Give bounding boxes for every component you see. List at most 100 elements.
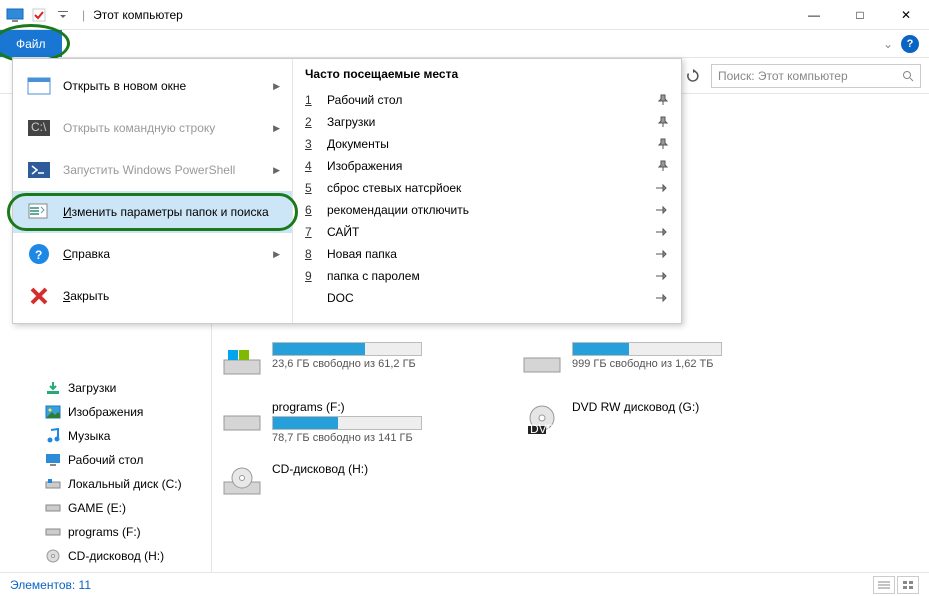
- menu-label: Закрыть: [63, 289, 109, 303]
- title-separator: |: [82, 8, 85, 22]
- close-button[interactable]: ✕: [883, 0, 929, 30]
- chevron-right-icon: ▶: [273, 123, 280, 134]
- place-number: 2: [305, 115, 319, 129]
- ribbon-tabs: Файл ⌄ ?: [0, 30, 929, 58]
- place-number: 5: [305, 181, 319, 195]
- frequent-place-item[interactable]: 7 САЙТ: [305, 221, 669, 243]
- place-label: рекомендации отключить: [327, 203, 469, 217]
- titlebar: | Этот компьютер — □ ✕: [0, 0, 929, 30]
- drive-subtitle: 23,6 ГБ свободно из 61,2 ГБ: [272, 358, 422, 370]
- sidebar-item-label: Загрузки: [68, 381, 116, 395]
- place-label: Загрузки: [327, 115, 375, 129]
- drive-dvd[interactable]: DVD DVD RW дисковод (G:): [522, 400, 782, 444]
- frequent-place-item[interactable]: 9 папка с паролем: [305, 265, 669, 287]
- usage-bar: [272, 416, 422, 430]
- refresh-button[interactable]: [681, 64, 705, 88]
- quick-access-toolbar: [0, 4, 78, 26]
- drive-icon: [44, 499, 62, 517]
- dvd-icon: DVD: [522, 400, 562, 440]
- search-input[interactable]: Поиск: Этот компьютер: [711, 64, 921, 88]
- usage-bar: [272, 342, 422, 356]
- sidebar-item-game-e[interactable]: GAME (E:): [0, 496, 211, 520]
- expand-ribbon-icon[interactable]: ⌄: [883, 37, 893, 51]
- drive-name: DVD RW дисковод (G:): [572, 400, 699, 414]
- downloads-icon: [44, 379, 62, 397]
- cd-drive-icon: [222, 462, 262, 502]
- pin-icon[interactable]: [657, 160, 669, 172]
- drive-icon: [44, 523, 62, 541]
- place-label: папка с паролем: [327, 269, 420, 283]
- frequent-place-item[interactable]: 8Новая папка: [305, 243, 669, 265]
- sidebar-item-local-c[interactable]: Локальный диск (C:): [0, 472, 211, 496]
- menu-change-folder-options[interactable]: ИИзменить параметры папок и поисказменит…: [13, 191, 292, 233]
- properties-icon[interactable]: [28, 4, 50, 26]
- place-number: 3: [305, 137, 319, 151]
- pin-icon[interactable]: [657, 116, 669, 128]
- unpin-icon[interactable]: [655, 271, 669, 281]
- menu-label: Справка: [63, 247, 110, 261]
- sidebar-item-downloads[interactable]: Загрузки: [0, 376, 211, 400]
- unpin-icon[interactable]: [655, 205, 669, 215]
- help-icon[interactable]: ?: [901, 35, 919, 53]
- window-title: Этот компьютер: [93, 8, 183, 22]
- unpin-icon[interactable]: [655, 227, 669, 237]
- place-number: 4: [305, 159, 319, 173]
- drive-c[interactable]: 23,6 ГБ свободно из 61,2 ГБ: [222, 342, 482, 382]
- menu-open-powershell: Запустить Windows PowerShell ▶: [13, 149, 292, 191]
- drive-cd[interactable]: CD-дисковод (H:): [222, 462, 482, 502]
- place-label: САЙТ: [327, 225, 359, 239]
- pictures-icon: [44, 403, 62, 421]
- drive-f[interactable]: programs (F:) 78,7 ГБ свободно из 141 ГБ: [222, 400, 482, 444]
- place-label: сброс стевых натсрйоек: [327, 181, 461, 195]
- place-label: DOC: [327, 291, 354, 305]
- frequent-place-item[interactable]: 2 Загрузки: [305, 111, 669, 133]
- music-icon: [44, 427, 62, 445]
- menu-open-new-window[interactable]: Открыть в новом окне ▶: [13, 65, 292, 107]
- qat-customize-icon[interactable]: [52, 4, 74, 26]
- frequent-place-item[interactable]: 1 Рабочий стол: [305, 89, 669, 111]
- place-number: 1: [305, 93, 319, 107]
- sidebar-item-label: GAME (E:): [68, 501, 126, 515]
- file-tab[interactable]: Файл: [0, 30, 62, 57]
- place-number: 9: [305, 269, 319, 283]
- frequent-place-item[interactable]: 3 Документы: [305, 133, 669, 155]
- place-label: Документы: [327, 137, 389, 151]
- frequent-place-item[interactable]: DOC: [305, 287, 669, 309]
- unpin-icon[interactable]: [655, 183, 669, 193]
- pin-icon[interactable]: [657, 94, 669, 106]
- unpin-icon[interactable]: [655, 249, 669, 259]
- frequent-place-item[interactable]: 6 рекомендации отключить: [305, 199, 669, 221]
- place-number: 6: [305, 203, 319, 217]
- help-circle-icon: ?: [25, 240, 53, 268]
- status-elements: Элементов: 11: [10, 578, 91, 592]
- menu-help[interactable]: ? Справка Справка ▶: [13, 233, 292, 275]
- drive-icon: [222, 342, 262, 382]
- frequent-place-item[interactable]: 5 сброс стевых натсрйоек: [305, 177, 669, 199]
- minimize-button[interactable]: —: [791, 0, 837, 30]
- drive-icon: [522, 342, 562, 382]
- sidebar-item-programs-f[interactable]: programs (F:): [0, 520, 211, 544]
- details-view-button[interactable]: [873, 576, 895, 594]
- maximize-button[interactable]: □: [837, 0, 883, 30]
- drive-d[interactable]: 999 ГБ свободно из 1,62 ТБ: [522, 342, 782, 382]
- svg-text:DVD: DVD: [530, 422, 556, 436]
- menu-label: Запустить Windows PowerShell: [63, 163, 235, 177]
- sidebar-item-desktop[interactable]: Рабочий стол: [0, 448, 211, 472]
- view-switcher: [873, 576, 919, 594]
- this-pc-icon[interactable]: [4, 4, 26, 26]
- sidebar-item-label: CD-дисковод (H:): [68, 549, 164, 563]
- sidebar-item-cd-h[interactable]: CD-дисковод (H:): [0, 544, 211, 568]
- menu-close[interactable]: Закрыть Закрыть: [13, 275, 292, 317]
- icons-view-button[interactable]: [897, 576, 919, 594]
- pin-icon[interactable]: [657, 138, 669, 150]
- frequent-place-item[interactable]: 4Изображения: [305, 155, 669, 177]
- menu-open-cmd: C:\ Открыть командную строку ▶: [13, 107, 292, 149]
- sidebar-item-pictures[interactable]: Изображения: [0, 400, 211, 424]
- chevron-right-icon: ▶: [273, 249, 280, 260]
- place-label: Рабочий стол: [327, 93, 402, 107]
- place-number: 7: [305, 225, 319, 239]
- unpin-icon[interactable]: [655, 293, 669, 303]
- sidebar-item-music[interactable]: Музыка: [0, 424, 211, 448]
- search-icon: [902, 70, 914, 82]
- drive-name: programs (F:): [272, 400, 422, 414]
